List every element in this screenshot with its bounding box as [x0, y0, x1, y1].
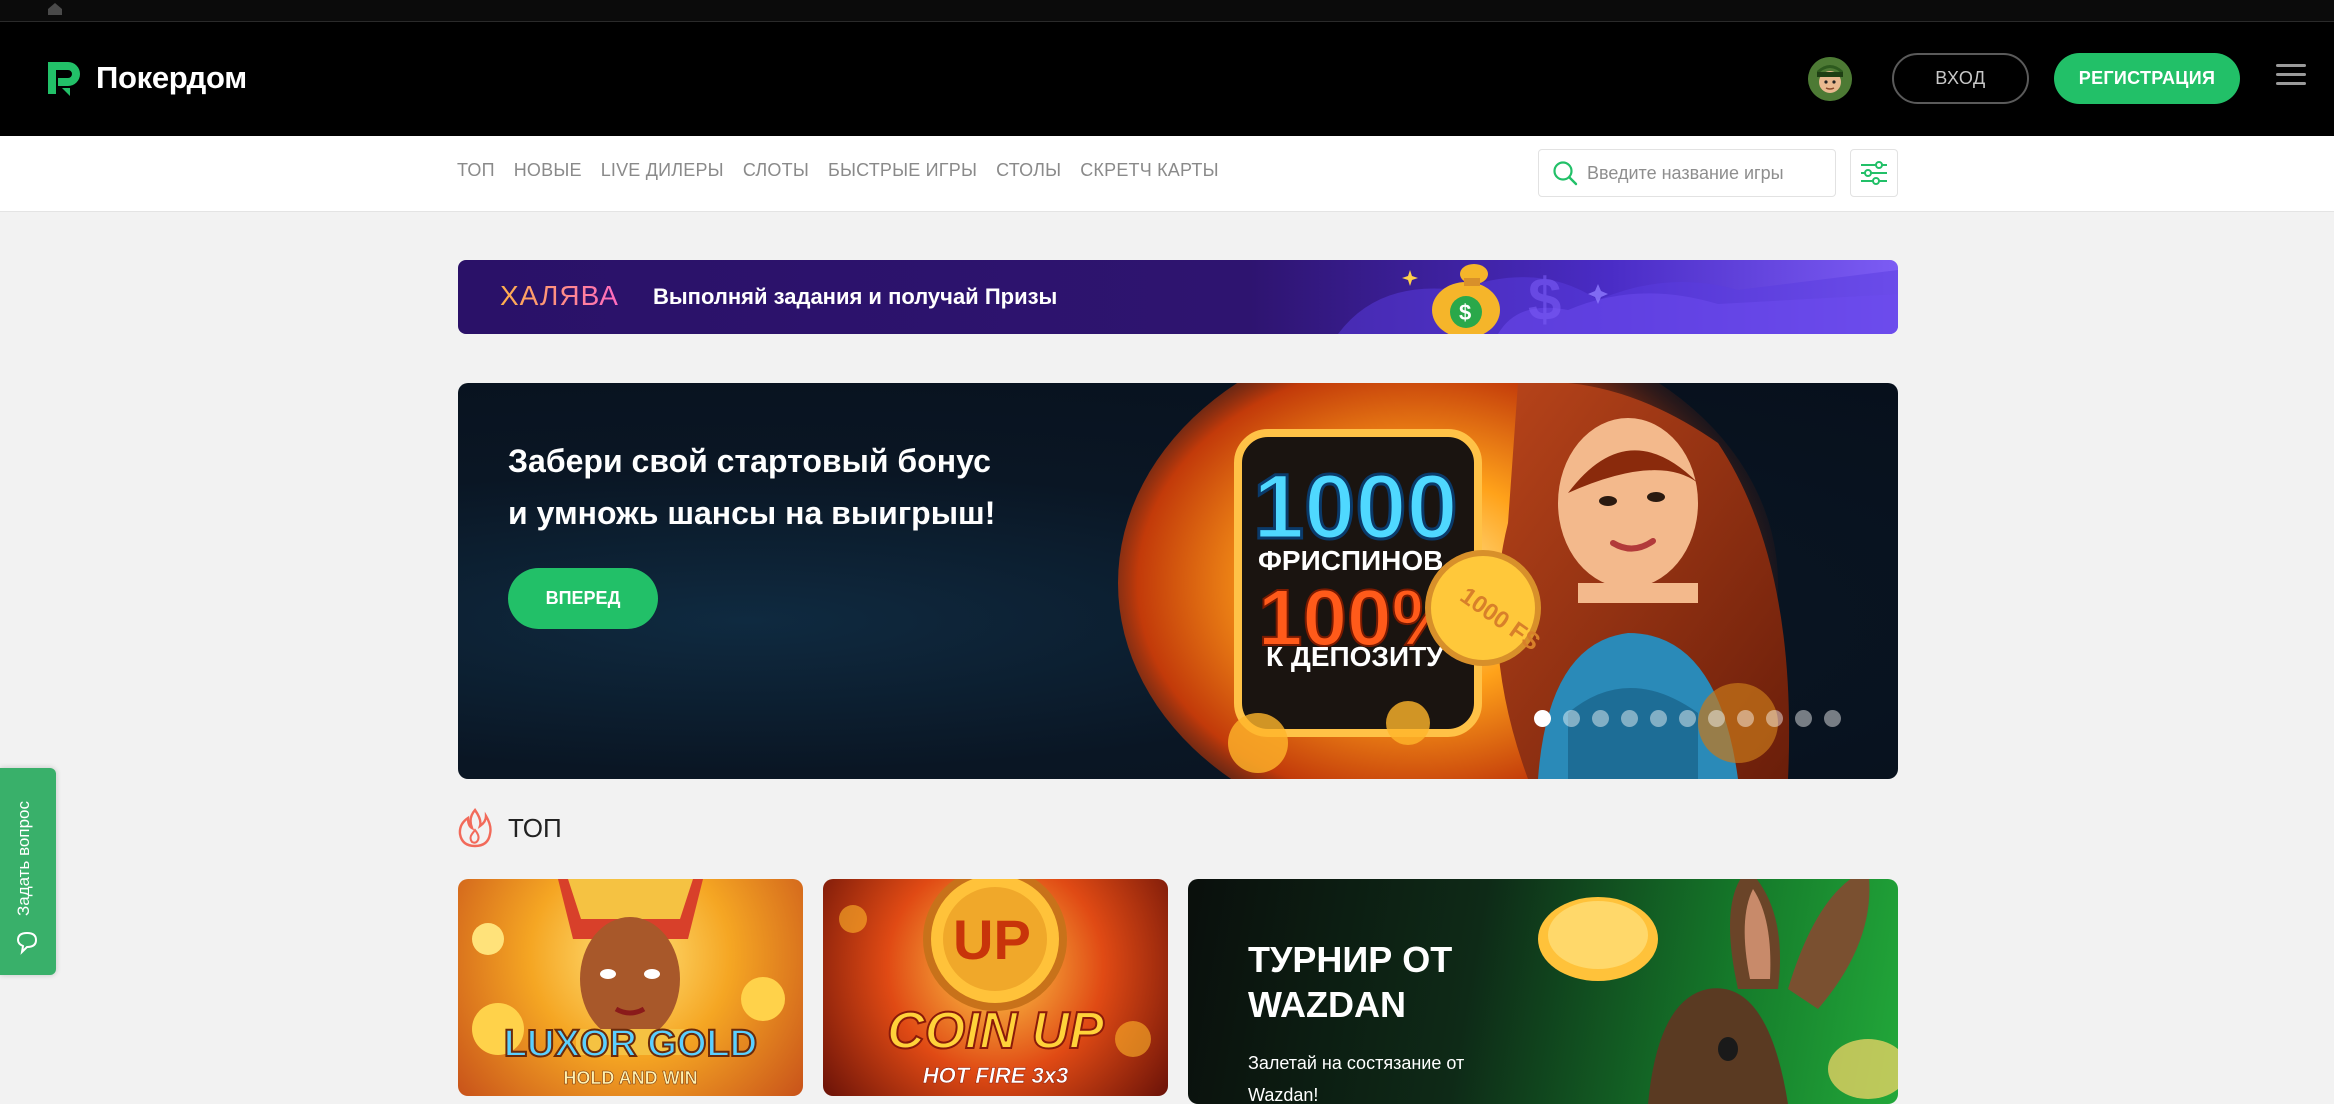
site-header: Покердом ВХОД РЕГИСТРАЦИЯ	[0, 22, 2334, 136]
carousel-dot[interactable]	[1708, 710, 1725, 727]
offer-suffix: К ДЕПОЗИТУ	[1266, 641, 1444, 672]
hero-title: Забери свой стартовый бонус и умножь шан…	[508, 435, 1068, 539]
search-box[interactable]	[1538, 149, 1836, 197]
register-button[interactable]: РЕГИСТРАЦИЯ	[2054, 53, 2240, 104]
tile-title: LUXOR GOLD	[503, 1022, 758, 1066]
tournament-title-line2: WAZDAN	[1248, 984, 1406, 1025]
filter-button[interactable]	[1850, 149, 1898, 197]
tile-subtitle: HOT FIRE 3x3	[922, 1063, 1069, 1089]
top-section-header: ТОП	[458, 808, 562, 848]
promo-text: Выполняй задания и получай Призы	[653, 284, 1058, 309]
hero-title-line2: и умножь шансы на выигрыш!	[508, 495, 996, 531]
hero-banner[interactable]: 1000 ФРИСПИНОВ 100% К ДЕПОЗИТУ 1000 FS З…	[458, 383, 1898, 779]
category-nav: ТОП НОВЫЕ LIVE ДИЛЕРЫ СЛОТЫ БЫСТРЫЕ ИГРЫ…	[0, 136, 2334, 212]
tile-subtitle: HOLD AND WIN	[563, 1068, 698, 1089]
freebie-promo-banner[interactable]: ХАЛЯВА Выполняй задания и получай Призы …	[458, 260, 1898, 334]
section-title: ТОП	[508, 812, 562, 843]
nav-item-slots[interactable]: СЛОТЫ	[743, 160, 809, 181]
ask-question-label: Задать вопрос	[14, 801, 33, 916]
rabbit-illustration	[1538, 879, 1898, 1104]
home-icon[interactable]	[46, 2, 64, 16]
carousel-dot[interactable]	[1795, 710, 1812, 727]
tournament-title: ТУРНИР ОТ WAZDAN	[1248, 937, 1548, 1027]
ask-question-button[interactable]: Задать вопрос	[0, 768, 56, 975]
fire-icon	[458, 808, 492, 848]
nav-item-top[interactable]: ТОП	[457, 160, 495, 181]
nav-items: ТОП НОВЫЕ LIVE ДИЛЕРЫ СЛОТЫ БЫСТРЫЕ ИГРЫ…	[457, 160, 1219, 181]
svg-text:UP: UP	[953, 908, 1031, 971]
money-bag-illustration: $ $	[1338, 264, 1898, 334]
carousel-dot[interactable]	[1766, 710, 1783, 727]
menu-icon[interactable]	[2276, 60, 2306, 90]
carousel-dot[interactable]	[1563, 710, 1580, 727]
logo-mark-icon	[48, 62, 80, 96]
game-tile-luxor-gold[interactable]: LUXOR GOLD HOLD AND WIN	[458, 879, 803, 1096]
nav-item-live-dealers[interactable]: LIVE ДИЛЕРЫ	[601, 160, 724, 181]
carousel-dot[interactable]	[1824, 710, 1841, 727]
carousel-dot[interactable]	[1650, 710, 1667, 727]
login-button[interactable]: ВХОД	[1892, 53, 2029, 104]
avatar-icon	[1808, 57, 1852, 101]
svg-text:$: $	[1528, 266, 1561, 333]
chat-bubble-icon	[16, 931, 38, 955]
promo-title: ХАЛЯВА	[500, 280, 619, 311]
game-tile-coin-up[interactable]: UP COIN UP HOT FIRE 3x3	[823, 879, 1168, 1096]
hero-cta-button[interactable]: ВПЕРЕД	[508, 568, 658, 629]
filter-sliders-icon	[1861, 161, 1887, 185]
nav-item-new[interactable]: НОВЫЕ	[514, 160, 582, 181]
offer-amount: 1000	[1253, 456, 1458, 558]
carousel-dot[interactable]	[1534, 710, 1551, 727]
carousel-dots	[1534, 710, 1841, 727]
carousel-dot[interactable]	[1737, 710, 1754, 727]
tile-title: COIN UP	[886, 1001, 1105, 1061]
nav-item-fast-games[interactable]: БЫСТРЫЕ ИГРЫ	[828, 160, 977, 181]
logo-text: Покердом	[96, 60, 247, 95]
tournament-banner-wazdan[interactable]: ТУРНИР ОТ WAZDAN Залетай на состязание о…	[1188, 879, 1898, 1104]
search-input[interactable]	[1587, 162, 1817, 184]
carousel-dot[interactable]	[1621, 710, 1638, 727]
offer-unit: ФРИСПИНОВ	[1258, 545, 1443, 576]
tournament-title-line1: ТУРНИР ОТ	[1248, 939, 1453, 980]
carousel-dot[interactable]	[1679, 710, 1696, 727]
tournament-text: Залетай на состязание от Wazdan!	[1248, 1053, 1465, 1104]
nav-item-tables[interactable]: СТОЛЫ	[996, 160, 1061, 181]
nav-item-scratch-cards[interactable]: СКРЕТЧ КАРТЫ	[1080, 160, 1219, 181]
svg-text:$: $	[1459, 300, 1471, 325]
carousel-dot[interactable]	[1592, 710, 1609, 727]
hero-title-line1: Забери свой стартовый бонус	[508, 443, 991, 479]
search-icon	[1553, 161, 1578, 186]
logo[interactable]: Покердом	[44, 58, 247, 98]
avatar[interactable]	[1808, 57, 1852, 101]
browser-top-strip	[0, 0, 2334, 22]
